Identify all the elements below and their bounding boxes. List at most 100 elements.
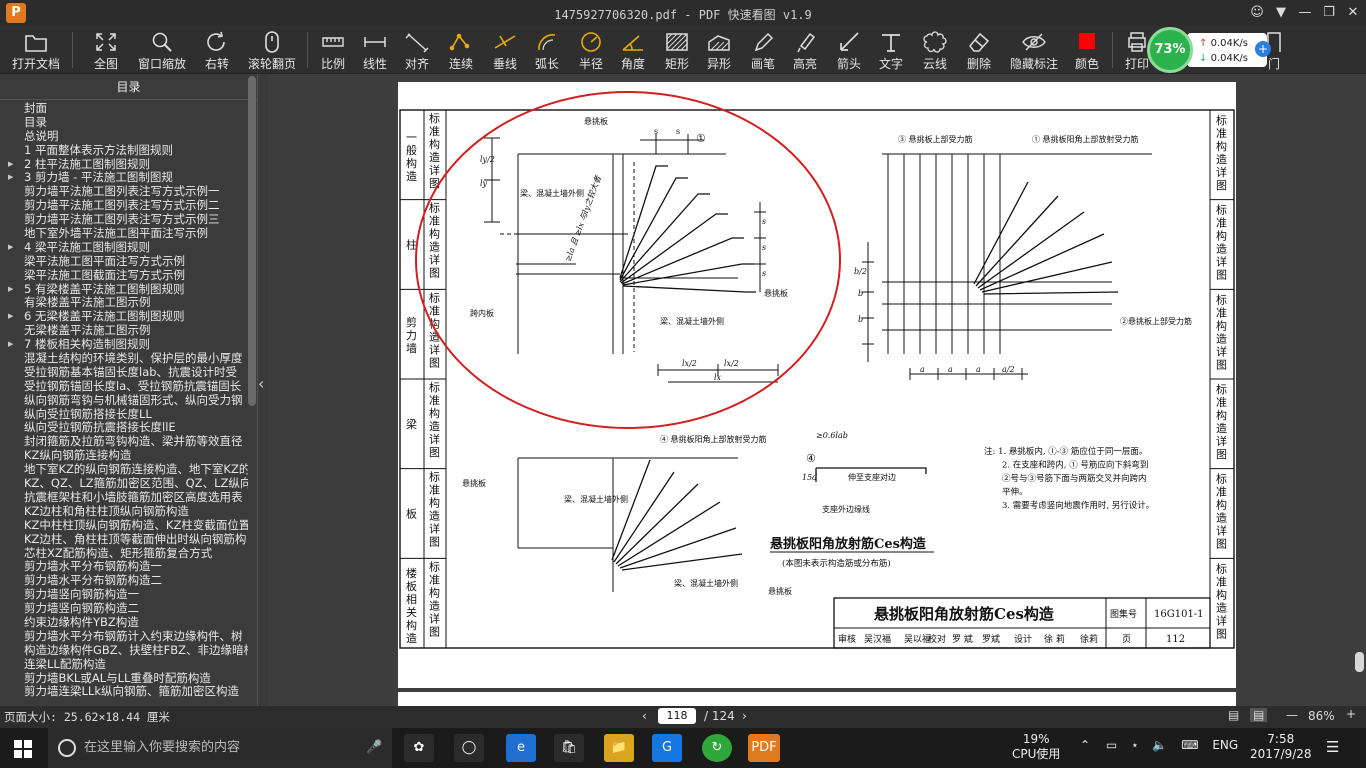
collapse-sidebar-icon[interactable]: ‹ bbox=[258, 374, 268, 404]
toc-item[interactable]: KZ边柱和角柱柱顶纵向钢筋构造 bbox=[0, 505, 248, 519]
continuous-button[interactable]: 连续 bbox=[444, 28, 478, 72]
toc-item[interactable]: 连梁LL配筋构造 bbox=[0, 658, 248, 672]
edge-icon[interactable]: e bbox=[506, 734, 536, 762]
delete-button[interactable]: 删除 bbox=[962, 28, 996, 72]
memory-speed-widget[interactable]: ↑ 0.04K/s ↓ 0.04K/s + 73% bbox=[1147, 27, 1271, 73]
scale-button[interactable]: 比例 bbox=[316, 28, 350, 72]
minimize-button[interactable]: — bbox=[1294, 3, 1316, 23]
toc-item[interactable]: 地下室KZ的纵向钢筋连接构造、地下室KZ的 bbox=[0, 463, 248, 477]
document-area[interactable]: 一般构造标准构造详图柱标准构造详图剪力墙标准构造详图梁标准构造详图板标准构造详图… bbox=[268, 74, 1366, 706]
document-scrollbar[interactable] bbox=[1355, 652, 1364, 672]
hide-annotations-button[interactable]: 隐藏标注 bbox=[1006, 28, 1062, 72]
toc-item[interactable]: KZ纵向钢筋连接构造 bbox=[0, 449, 248, 463]
toc-item[interactable]: 约束边缘构件YBZ构造 bbox=[0, 616, 248, 630]
toc-item[interactable]: 剪力墙BKL或AL与LL重叠时配筋构造 bbox=[0, 672, 248, 686]
rectangle-button[interactable]: 矩形 bbox=[660, 28, 694, 72]
toc-item[interactable]: 剪力墙连梁LLk纵向钢筋、箍筋加密区构造 bbox=[0, 685, 248, 699]
toc-item[interactable]: 抗震框架柱和小墙肢箍筋加密区高度选用表 bbox=[0, 491, 248, 505]
toc-item[interactable]: KZ、QZ、LZ箍筋加密区范围、QZ、LZ纵向钢筋 bbox=[0, 477, 248, 491]
toc-item[interactable]: 5 有梁楼盖平法施工图制图规则 bbox=[0, 283, 248, 297]
toc-item[interactable]: 受拉钢筋锚固长度la、受拉钢筋抗震锚固长 bbox=[0, 380, 248, 394]
arrow-button[interactable]: 箭头 bbox=[832, 28, 866, 72]
toc-item[interactable]: 6 无梁楼盖平法施工图制图规则 bbox=[0, 310, 248, 324]
full-view-button[interactable]: 全图 bbox=[88, 28, 124, 72]
align-button[interactable]: 对齐 bbox=[400, 28, 434, 72]
store-icon[interactable]: 🛍 bbox=[554, 734, 584, 762]
toc-item[interactable]: 封闭箍筋及拉筋弯钩构造、梁并筋等效直径 bbox=[0, 435, 248, 449]
file-explorer-icon[interactable]: 📁 bbox=[604, 734, 634, 762]
pinwheel-app-icon[interactable]: ✿ bbox=[404, 734, 434, 762]
toc-item[interactable]: 有梁楼盖平法施工图示例 bbox=[0, 296, 248, 310]
toc-item[interactable]: 无梁楼盖平法施工图示例 bbox=[0, 324, 248, 338]
toc-item[interactable]: 4 梁平法施工图制图规则 bbox=[0, 241, 248, 255]
toc-item[interactable]: 纵向受拉钢筋抗震搭接长度llE bbox=[0, 421, 248, 435]
toc-item[interactable]: 芯柱XZ配筋构造、矩形箍筋复合方式 bbox=[0, 547, 248, 561]
perpendicular-button[interactable]: 垂线 bbox=[488, 28, 522, 72]
window-zoom-button[interactable]: 窗口缩放 bbox=[134, 28, 190, 72]
pdf-viewer-taskbar-icon[interactable]: PDF bbox=[748, 734, 780, 762]
toc-scrollbar[interactable] bbox=[248, 76, 256, 406]
wifi-icon[interactable]: ⋆ bbox=[1131, 738, 1139, 752]
color-button[interactable]: 颜色 bbox=[1070, 28, 1104, 72]
toc-item[interactable]: 梁平法施工图截面注写方式示例 bbox=[0, 269, 248, 283]
pen-button[interactable]: 画笔 bbox=[746, 28, 780, 72]
toc-item[interactable]: 剪力墙竖向钢筋构造一 bbox=[0, 588, 248, 602]
tray-expand-icon[interactable]: ⌃ bbox=[1080, 738, 1090, 752]
toc-item[interactable]: KZ中柱柱顶纵向钢筋构造、KZ柱变截面位置 bbox=[0, 519, 248, 533]
taskbar-clock[interactable]: 7:58 2017/9/28 bbox=[1250, 732, 1312, 762]
cloud-line-button[interactable]: 云线 bbox=[918, 28, 952, 72]
wheel-page-button[interactable]: 滚轮翻页 bbox=[244, 28, 300, 72]
toc-item[interactable]: 梁平法施工图平面注写方式示例 bbox=[0, 255, 248, 269]
zoom-in-button[interactable]: + bbox=[1346, 707, 1356, 721]
single-page-view-icon[interactable]: ▤ bbox=[1250, 708, 1268, 722]
accelerate-plus-icon[interactable]: + bbox=[1255, 41, 1271, 57]
radius-button[interactable]: 半径 bbox=[574, 28, 608, 72]
windows-start-icon[interactable] bbox=[14, 740, 32, 758]
memory-gauge[interactable]: 73% bbox=[1147, 27, 1193, 73]
next-page-button[interactable]: › bbox=[742, 709, 747, 723]
microphone-icon[interactable]: 🎤 bbox=[366, 728, 382, 768]
zoom-out-button[interactable]: — bbox=[1286, 708, 1298, 722]
user-icon[interactable]: ☺ bbox=[1246, 3, 1268, 23]
toc-item[interactable]: 剪力墙水平分布钢筋计入约束边缘构件、树 bbox=[0, 630, 248, 644]
linear-button[interactable]: 线性 bbox=[358, 28, 392, 72]
arc-length-button[interactable]: 弧长 bbox=[530, 28, 564, 72]
toc-item[interactable]: 剪力墙竖向钢筋构造二 bbox=[0, 602, 248, 616]
toc-item[interactable]: 剪力墙平法施工图列表注写方式示例二 bbox=[0, 199, 248, 213]
toc-item[interactable]: 剪力墙平法施工图列表注写方式示例一 bbox=[0, 185, 248, 199]
toc-item[interactable]: 剪力墙水平分布钢筋构造二 bbox=[0, 574, 248, 588]
toc-item[interactable]: 封面 bbox=[0, 102, 248, 116]
toc-item[interactable]: 剪力墙平法施工图列表注写方式示例三 bbox=[0, 213, 248, 227]
keyboard-icon[interactable]: ⌨ bbox=[1181, 738, 1198, 752]
red-ellipse-annotation[interactable] bbox=[415, 91, 841, 429]
toc-item[interactable]: 目录 bbox=[0, 116, 248, 130]
toc-item[interactable]: 地下室外墙平法施工图平面注写示例 bbox=[0, 227, 248, 241]
taskbar-search-box[interactable]: 在这里输入你要搜索的内容 🎤 bbox=[48, 728, 392, 768]
maximize-button[interactable]: ❐ bbox=[1318, 3, 1340, 23]
browser-360-icon[interactable]: ◯ bbox=[454, 734, 484, 762]
toc-item[interactable]: 纵向受拉钢筋搭接长度LL bbox=[0, 408, 248, 422]
toc-item[interactable]: 剪力墙水平分布钢筋构造一 bbox=[0, 560, 248, 574]
highlight-button[interactable]: 高亮 bbox=[788, 28, 822, 72]
close-button[interactable]: ✕ bbox=[1342, 3, 1364, 23]
language-indicator[interactable]: ENG bbox=[1212, 738, 1238, 752]
toc-item[interactable]: 混凝土结构的环境类别、保护层的最小厚度 bbox=[0, 352, 248, 366]
angle-button[interactable]: 角度 bbox=[616, 28, 650, 72]
toc-item[interactable]: 构造边缘构件GBZ、扶壁柱FBZ、非边缘暗柱 bbox=[0, 644, 248, 658]
open-document-button[interactable]: 打开文档 bbox=[8, 28, 64, 72]
rotate-right-button[interactable]: 右转 bbox=[200, 28, 234, 72]
toc-item[interactable]: 3 剪力墙 - 平法施工图制图规 bbox=[0, 171, 248, 185]
continuous-view-icon[interactable]: ▤ bbox=[1228, 708, 1239, 722]
toc-item[interactable]: 2 柱平法施工图制图规则 bbox=[0, 158, 248, 172]
irregular-shape-button[interactable]: 异形 bbox=[702, 28, 736, 72]
cpu-usage[interactable]: 19% CPU使用 bbox=[1012, 732, 1060, 762]
battery-icon[interactable]: ▭ bbox=[1106, 738, 1117, 752]
toc-item[interactable]: 纵向钢筋弯钩与机械锚固形式、纵向受力钢 bbox=[0, 394, 248, 408]
menu-dropdown-icon[interactable]: ▼ bbox=[1270, 3, 1292, 23]
toc-item[interactable]: 总说明 bbox=[0, 130, 248, 144]
zoom-level[interactable]: 86% bbox=[1308, 709, 1335, 723]
text-button[interactable]: 文字 bbox=[874, 28, 908, 72]
toc-item[interactable]: 受拉钢筋基本锚固长度lab、抗震设计时受 bbox=[0, 366, 248, 380]
app-g-icon[interactable]: G bbox=[652, 734, 682, 762]
prev-page-button[interactable]: ‹ bbox=[642, 709, 647, 723]
